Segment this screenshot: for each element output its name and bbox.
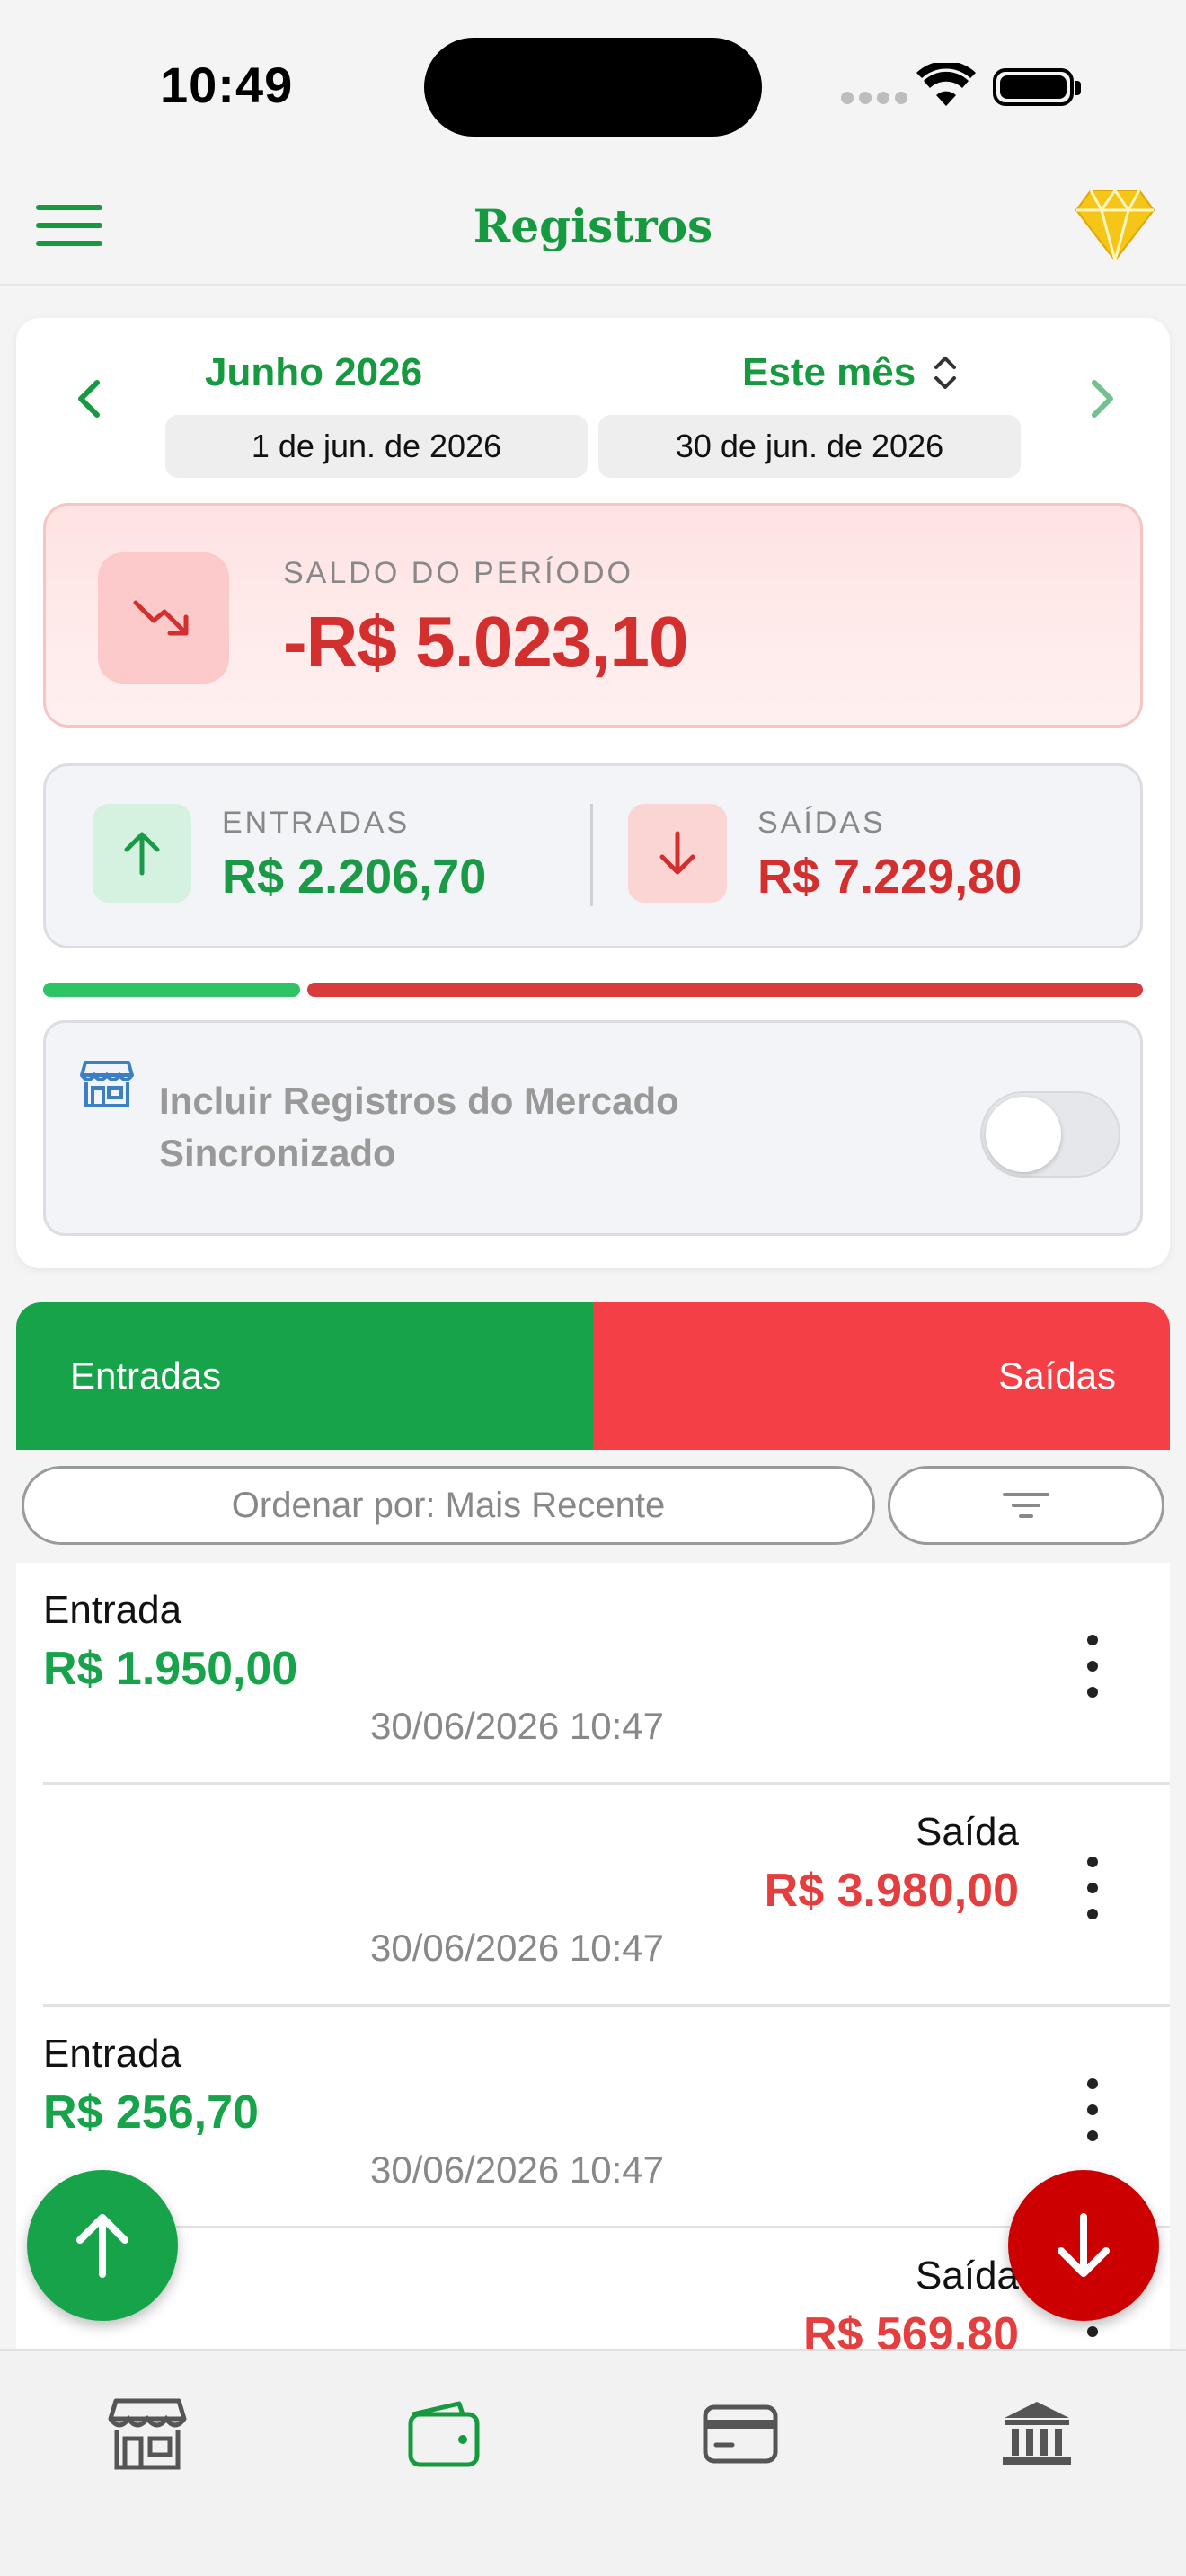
tab-market[interactable] xyxy=(93,2385,201,2483)
record-row[interactable]: Saída R$ 569,80 xyxy=(43,2228,1170,2349)
page-title: Registros xyxy=(473,199,713,252)
next-month-button[interactable] xyxy=(1085,372,1121,426)
previous-month-button[interactable] xyxy=(70,372,106,426)
battery-icon xyxy=(993,68,1081,106)
period-balance-card: SALDO DO PERÍODO -R$ 5.023,10 xyxy=(43,503,1143,728)
tab-records[interactable] xyxy=(390,2385,498,2483)
records-list: Entrada R$ 1.950,00 30/06/2026 10:47 Saí… xyxy=(16,1563,1170,2349)
add-expense-button[interactable] xyxy=(1008,2170,1159,2321)
income-ratio-fill xyxy=(43,983,301,997)
expense-ratio-fill xyxy=(307,983,1143,997)
filter-icon xyxy=(1003,1493,1049,1518)
record-date: 30/06/2026 10:47 xyxy=(370,1927,664,1969)
filter-button[interactable] xyxy=(888,1466,1164,1545)
type-tabs: Entradas Saídas xyxy=(16,1302,1170,1450)
card-icon xyxy=(703,2404,778,2464)
bottom-tab-bar xyxy=(0,2349,1186,2576)
tab-saidas[interactable]: Saídas xyxy=(593,1302,1170,1450)
bank-icon xyxy=(1003,2402,1071,2465)
arrow-up-icon xyxy=(93,804,191,903)
arrow-up-icon xyxy=(76,2214,128,2278)
status-bar: 10:49 xyxy=(0,0,1186,162)
balance-value: -R$ 5.023,10 xyxy=(283,602,689,682)
record-type: Saída xyxy=(916,2254,1019,2298)
tab-entradas[interactable]: Entradas xyxy=(16,1302,593,1450)
dynamic-island xyxy=(424,38,762,137)
income-expense-summary: ENTRADAS R$ 2.206,70 SAÍDAS R$ 7.229,80 xyxy=(43,763,1143,948)
start-date-picker[interactable]: 1 de jun. de 2026 xyxy=(165,415,588,478)
record-amount: R$ 569,80 xyxy=(803,2308,1019,2349)
top-bar: Registros xyxy=(0,162,1186,286)
record-date: 30/06/2026 10:47 xyxy=(370,2148,664,2191)
diamond-premium-icon[interactable] xyxy=(1075,187,1155,262)
record-row[interactable]: Entrada R$ 256,70 30/06/2026 10:47 xyxy=(43,2007,1170,2228)
tab-bank[interactable] xyxy=(983,2385,1091,2483)
record-type: Entrada xyxy=(43,1588,182,1632)
store-icon xyxy=(108,2398,187,2470)
more-options-icon[interactable] xyxy=(1075,1857,1111,1919)
record-amount: R$ 256,70 xyxy=(43,2086,259,2139)
period-selector[interactable]: Este mês xyxy=(742,350,959,395)
arrow-down-icon xyxy=(1058,2213,1110,2277)
record-row[interactable]: Entrada R$ 1.950,00 30/06/2026 10:47 xyxy=(43,1563,1170,1785)
more-options-icon[interactable] xyxy=(1075,2078,1111,2141)
status-time: 10:49 xyxy=(160,57,294,113)
record-amount: R$ 3.980,00 xyxy=(764,1865,1019,1917)
store-icon xyxy=(80,1061,134,1107)
market-sync-toggle[interactable] xyxy=(980,1091,1120,1178)
chevron-up-down-icon xyxy=(934,357,957,389)
wifi-icon xyxy=(916,63,976,106)
record-amount: R$ 1.950,00 xyxy=(43,1643,298,1695)
expense-value: R$ 7.229,80 xyxy=(757,850,1022,904)
record-type: Entrada xyxy=(43,2032,182,2076)
period-selector-label: Este mês xyxy=(742,350,916,394)
record-type: Saída xyxy=(916,1810,1019,1854)
record-row[interactable]: Saída R$ 3.980,00 30/06/2026 10:47 xyxy=(43,1785,1170,2007)
sort-button[interactable]: Ordenar por: Mais Recente xyxy=(22,1466,875,1545)
divider xyxy=(590,804,593,906)
wallet-icon xyxy=(408,2401,480,2467)
trending-down-icon xyxy=(98,552,229,684)
market-sync-option: Incluir Registros do Mercado Sincronizad… xyxy=(43,1020,1143,1236)
add-income-button[interactable] xyxy=(27,2170,178,2321)
income-expense-ratio-bar xyxy=(43,983,1143,997)
end-date-picker[interactable]: 30 de jun. de 2026 xyxy=(598,415,1021,478)
more-options-icon[interactable] xyxy=(1075,1635,1111,1698)
income-value: R$ 2.206,70 xyxy=(222,850,487,904)
income-label: ENTRADAS xyxy=(222,806,411,840)
expense-label: SAÍDAS xyxy=(757,806,886,840)
month-label: Junho 2026 xyxy=(205,350,423,394)
sort-filter-bar: Ordenar por: Mais Recente xyxy=(22,1466,1164,1547)
tab-cards[interactable] xyxy=(686,2385,794,2483)
record-date: 30/06/2026 10:47 xyxy=(370,1705,664,1747)
balance-label: SALDO DO PERÍODO xyxy=(283,556,633,590)
cellular-signal-icon xyxy=(841,92,907,104)
market-sync-label: Incluir Registros do Mercado Sincronizad… xyxy=(159,1080,679,1174)
summary-card: Junho 2026 Este mês 1 de jun. de 2026 30… xyxy=(16,318,1170,1268)
arrow-down-icon xyxy=(628,804,727,903)
